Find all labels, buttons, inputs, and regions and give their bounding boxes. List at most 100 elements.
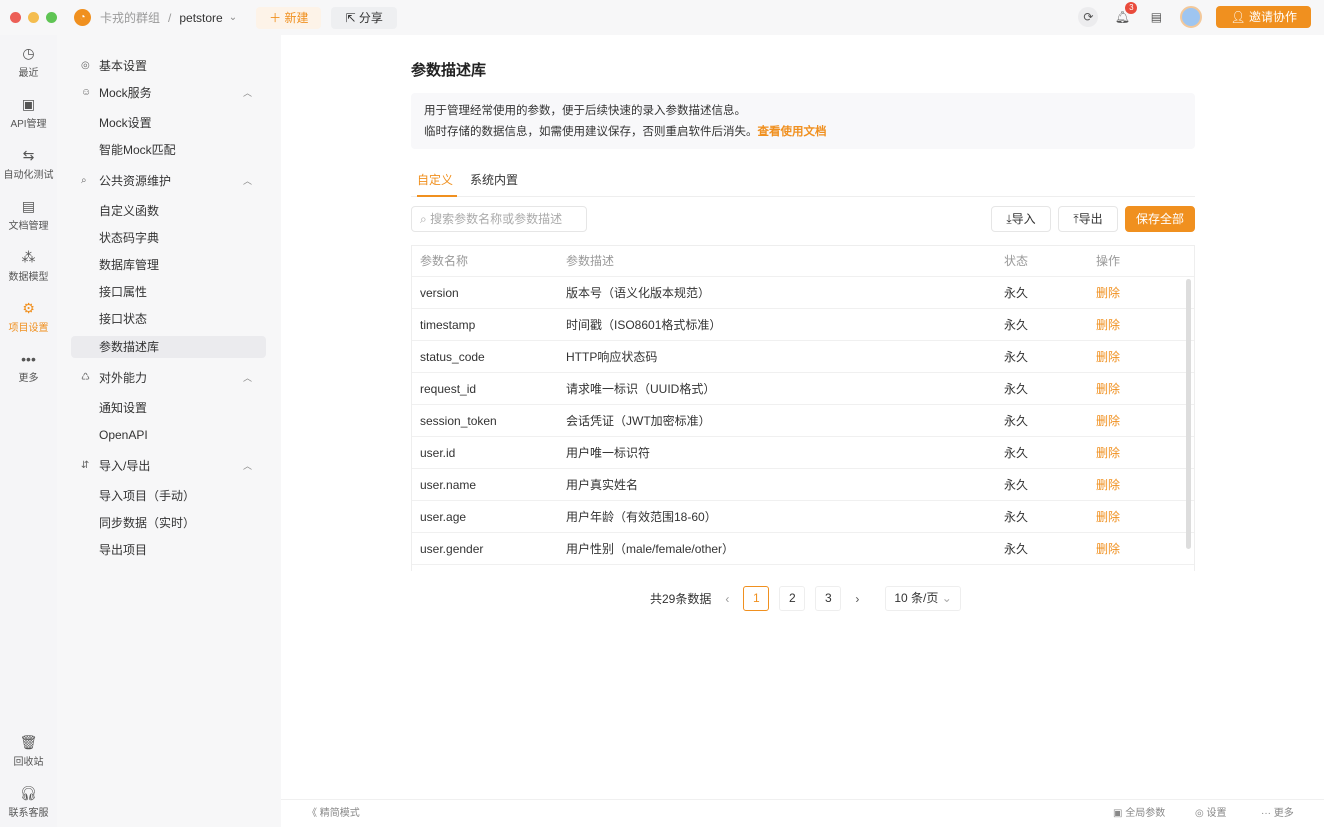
submenu-group-mock[interactable]: ☺ Mock服务 ︿ bbox=[71, 82, 266, 104]
compact-label: 精简模式 bbox=[319, 808, 360, 819]
submenu-label: 公共资源维护 bbox=[99, 174, 172, 188]
nav-rail: ◷ 最近 ▣ API管理 ⇆ 自动化测试 ▤ 文档管理 ⁂ 数据模型 ⚙ 项目设置 ••• 更… bbox=[0, 35, 57, 827]
minimize-window-button[interactable] bbox=[28, 12, 39, 23]
table-row: version 版本号（语义化版本规范） 永久 删除 bbox=[412, 277, 1194, 309]
notice-line: 临时存储的数据信息，如需使用建议保存，否则重启软件后消失。 bbox=[424, 126, 758, 138]
search-input[interactable]: ⌕ 搜索参数名称或参数描述 bbox=[411, 206, 587, 232]
team-name[interactable]: 卡戎的群组 bbox=[100, 9, 160, 26]
breadcrumb-separator: / bbox=[168, 10, 172, 25]
rail-item-trash[interactable]: 🗑︎ 回收站 bbox=[0, 734, 57, 768]
more-icon: ••• bbox=[21, 351, 36, 367]
param-name: timestamp bbox=[420, 318, 476, 332]
bell-icon[interactable]: 🔔︎ 3 bbox=[1112, 2, 1138, 27]
delete-button[interactable]: 删除 bbox=[1092, 309, 1120, 340]
more-button[interactable]: ··· 更多 bbox=[1261, 800, 1294, 827]
submenu-group-external[interactable]: ♺ 对外能力 ︿ bbox=[71, 367, 266, 389]
param-name: user.name bbox=[420, 478, 477, 492]
sync-icon[interactable]: ⟳ bbox=[1078, 7, 1099, 27]
docs-link[interactable]: 查看使用文档 bbox=[758, 126, 827, 138]
submenu-item[interactable]: Mock设置 bbox=[71, 112, 266, 134]
delete-button[interactable]: 删除 bbox=[1092, 341, 1120, 372]
page-button[interactable]: 2 bbox=[779, 586, 806, 611]
delete-button[interactable]: 删除 bbox=[1092, 373, 1120, 404]
share-label: 分享 bbox=[358, 10, 383, 25]
global-params-button[interactable]: ▣ 全局参数 bbox=[1113, 800, 1165, 827]
submenu-item[interactable]: OpenAPI bbox=[71, 424, 266, 446]
chevron-up-icon[interactable]: ︿ bbox=[243, 170, 252, 192]
submenu-item[interactable]: 接口状态 bbox=[71, 308, 266, 330]
submenu-item[interactable]: 数据库管理 bbox=[71, 254, 266, 276]
submenu-item-active[interactable]: 参数描述库 bbox=[71, 336, 266, 358]
notes-icon[interactable]: ▤ bbox=[1146, 7, 1166, 27]
tab-builtin[interactable]: 系统内置 bbox=[470, 171, 518, 188]
submenu-item[interactable]: 状态码字典 bbox=[71, 227, 266, 249]
rail-item-automation[interactable]: ⇆ 自动化测试 bbox=[0, 147, 57, 181]
next-page-icon[interactable]: › bbox=[855, 592, 859, 606]
import-label: 导入 bbox=[1011, 212, 1036, 226]
share-button[interactable]: ⇱ 分享 bbox=[331, 6, 397, 29]
rail-label: 联系客服 bbox=[8, 808, 49, 819]
submenu-item[interactable]: 导入项目（手动） bbox=[71, 485, 266, 507]
maximize-window-button[interactable] bbox=[46, 12, 57, 23]
rail-item-project-settings[interactable]: ⚙ 项目设置 bbox=[0, 300, 57, 334]
delete-button[interactable]: 删除 bbox=[1092, 437, 1120, 468]
submenu-group-public[interactable]: ⌕ 公共资源维护 ︿ bbox=[71, 170, 266, 192]
chevron-down-icon: ⌄ bbox=[941, 591, 952, 605]
rail-label: 项目设置 bbox=[8, 323, 49, 334]
rail-item-api[interactable]: ▣ API管理 bbox=[0, 96, 57, 130]
submenu-item[interactable]: 同步数据（实时） bbox=[71, 512, 266, 534]
invite-button[interactable]: 👤︎ 邀请协作 bbox=[1216, 6, 1311, 28]
page-button[interactable]: 1 bbox=[743, 586, 770, 611]
rail-item-docs[interactable]: ▤ 文档管理 bbox=[0, 198, 57, 232]
avatar[interactable] bbox=[1180, 6, 1203, 28]
rail-item-support[interactable]: 🎧︎ 联系客服 bbox=[0, 785, 57, 819]
delete-button[interactable]: 删除 bbox=[1092, 533, 1120, 564]
prev-page-icon[interactable]: ‹ bbox=[725, 592, 729, 606]
chevron-up-icon[interactable]: ︿ bbox=[243, 455, 252, 477]
tab-bar: 自定义 系统内置 bbox=[411, 168, 1195, 197]
submenu-label: 基本设置 bbox=[99, 59, 148, 73]
submenu-basic[interactable]: ◎ 基本设置 bbox=[71, 55, 266, 77]
new-button[interactable]: ＋ 新建 bbox=[256, 6, 322, 29]
mock-icon: ☺ bbox=[81, 87, 92, 98]
table-row: user.gender 用户性别（male/female/other） 永久 删除 bbox=[412, 533, 1194, 565]
rail-label: 数据模型 bbox=[8, 272, 49, 283]
submenu-item[interactable]: 通知设置 bbox=[71, 397, 266, 419]
table-row: timestamp 时间戳（ISO8601格式标准） 永久 删除 bbox=[412, 309, 1194, 341]
submenu-group-io[interactable]: ⇵ 导入/导出 ︿ bbox=[71, 455, 266, 477]
delete-button[interactable]: 删除 bbox=[1092, 277, 1120, 308]
chevron-up-icon[interactable]: ︿ bbox=[243, 367, 252, 389]
rail-label: 自动化测试 bbox=[3, 170, 54, 181]
chevron-down-icon[interactable]: ⌄ bbox=[229, 12, 237, 23]
save-all-button[interactable]: 保存全部 bbox=[1125, 206, 1195, 232]
param-name: user.age bbox=[420, 510, 467, 524]
submenu-item[interactable]: 导出项目 bbox=[71, 539, 266, 561]
settings-button[interactable]: ◎ 设置 bbox=[1195, 800, 1227, 827]
page-button[interactable]: 3 bbox=[815, 586, 842, 611]
export-button[interactable]: ⤒导出 bbox=[1058, 206, 1118, 232]
status-bar: 《 精简模式 ▣ 全局参数 ◎ 设置 ··· 更多 bbox=[281, 799, 1324, 827]
param-desc: HTTP响应状态码 bbox=[566, 350, 658, 364]
project-selector[interactable]: petstore bbox=[179, 11, 222, 25]
gear-icon: ◎ bbox=[81, 60, 90, 71]
submenu-item[interactable]: 智能Mock匹配 bbox=[71, 139, 266, 161]
rail-item-models[interactable]: ⁂ 数据模型 bbox=[0, 249, 57, 283]
column-header: 参数描述 bbox=[566, 254, 615, 268]
tab-custom[interactable]: 自定义 bbox=[417, 171, 457, 197]
param-desc: 用户年龄（有效范围18-60） bbox=[566, 510, 717, 524]
table-scrollbar[interactable] bbox=[1186, 279, 1191, 549]
compact-mode-button[interactable]: 《 精简模式 bbox=[307, 800, 360, 827]
close-window-button[interactable] bbox=[10, 12, 21, 23]
delete-button[interactable]: 删除 bbox=[1092, 501, 1120, 532]
submenu-label: 对外能力 bbox=[99, 371, 148, 385]
rail-item-more[interactable]: ••• 更多 bbox=[0, 351, 57, 384]
page-size-select[interactable]: 10 条/页 ⌄ bbox=[885, 586, 961, 611]
submenu-item[interactable]: 自定义函数 bbox=[71, 200, 266, 222]
delete-button[interactable]: 删除 bbox=[1092, 469, 1120, 500]
submenu-item[interactable]: 接口属性 bbox=[71, 281, 266, 303]
param-name: user.id bbox=[420, 446, 456, 460]
delete-button[interactable]: 删除 bbox=[1092, 405, 1120, 436]
chevron-up-icon[interactable]: ︿ bbox=[243, 82, 252, 104]
rail-item-recent[interactable]: ◷ 最近 bbox=[0, 45, 57, 79]
import-button[interactable]: ⤓导入 bbox=[991, 206, 1051, 232]
